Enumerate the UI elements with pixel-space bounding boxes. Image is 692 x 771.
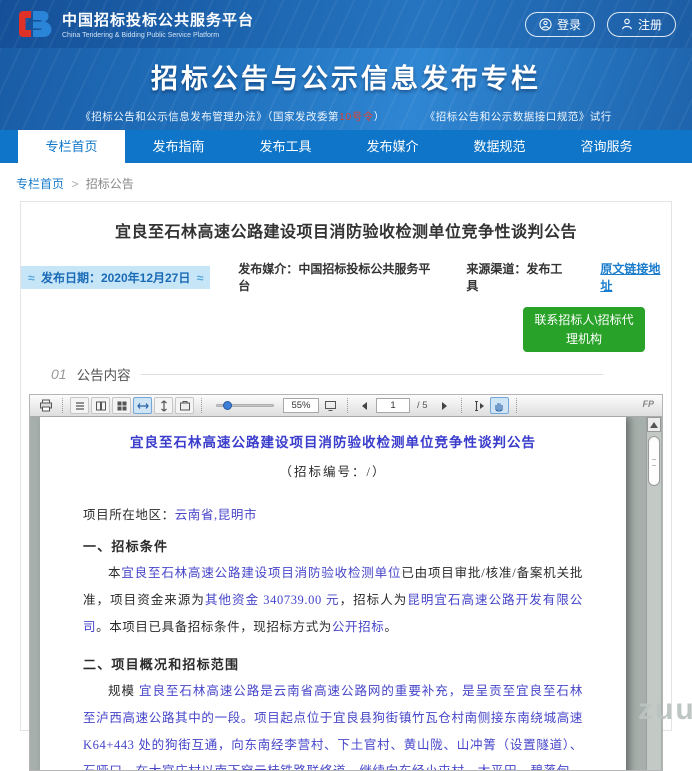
doc-title: 宜良至石林高速公路建设项目消防验收检测单位竞争性谈判公告 bbox=[83, 431, 583, 451]
section-header: 01 公告内容 bbox=[51, 364, 647, 384]
fit-width-icon[interactable] bbox=[133, 397, 152, 414]
pdf-page: 宜良至石林高速公路建设项目消防验收检测单位竞争性谈判公告 （招标编号：/） 项目… bbox=[40, 417, 626, 770]
toolbar-separator bbox=[347, 398, 348, 413]
tab-consult-service[interactable]: 咨询服务 bbox=[553, 130, 660, 163]
viewer-corner-label: FP bbox=[642, 399, 654, 409]
top-header: 中国招标投标公共服务平台 China Tendering & Bidding P… bbox=[0, 0, 692, 48]
print-icon[interactable] bbox=[36, 397, 55, 414]
doc-region-line: 项目所在地区：云南省,昆明市 bbox=[83, 504, 583, 523]
thumbnails-icon[interactable] bbox=[112, 397, 131, 414]
publish-date: 发布日期：2020年12月27日 bbox=[21, 266, 210, 289]
toolbar-separator bbox=[201, 398, 202, 413]
source-channel: 来源渠道：发布工具 bbox=[466, 260, 572, 294]
toolbar-separator bbox=[461, 398, 462, 413]
breadcrumb-current: 招标公告 bbox=[86, 177, 134, 191]
regulation-1-order-no: 10号令 bbox=[339, 111, 374, 123]
tab-column-home[interactable]: 专栏首页 bbox=[18, 130, 125, 163]
toolbar-separator bbox=[62, 398, 63, 413]
tab-data-standard[interactable]: 数据规范 bbox=[446, 130, 553, 163]
zoom-slider-knob[interactable] bbox=[223, 401, 232, 410]
breadcrumb-separator: > bbox=[71, 177, 78, 191]
section-number: 01 bbox=[51, 366, 67, 382]
prev-page-icon[interactable] bbox=[355, 397, 374, 414]
article-meta: 发布日期：2020年12月27日 发布媒介：中国招标投标公共服务平台 来源渠道：… bbox=[21, 260, 671, 294]
page-number-input[interactable]: 1 bbox=[376, 398, 410, 413]
scrollbar-thumb[interactable] bbox=[648, 436, 660, 486]
doc-region-label: 项目所在地区： bbox=[83, 508, 175, 522]
contact-bidder-button[interactable]: 联系招标人\招标代理机构 bbox=[523, 307, 645, 352]
page-title: 宜良至石林高速公路建设项目消防验收检测单位竞争性谈判公告 bbox=[21, 218, 671, 242]
register-button[interactable]: 注册 bbox=[607, 12, 676, 37]
announcement-card: 宜良至石林高速公路建设项目消防验收检测单位竞争性谈判公告 发布日期：2020年1… bbox=[20, 201, 672, 731]
register-label: 注册 bbox=[638, 16, 662, 33]
user-circle-icon bbox=[539, 18, 552, 31]
logo-title: 中国招标投标公共服务平台 bbox=[62, 9, 254, 30]
pdf-viewer: 55% 1 / 5 FP bbox=[29, 394, 663, 771]
zoom-slider[interactable] bbox=[216, 404, 274, 407]
user-icon bbox=[621, 18, 633, 30]
doc-paragraph-2: 规模 宜良至石林高速公路是云南省高速公路网的重要补充，是呈贡至宜良至石林至泸西高… bbox=[83, 678, 583, 770]
publish-date-value: 2020年12月27日 bbox=[101, 271, 190, 285]
original-link[interactable]: 原文链接地址 bbox=[600, 260, 671, 294]
logo-icon bbox=[16, 9, 52, 39]
pdf-toolbar: 55% 1 / 5 FP bbox=[30, 395, 662, 417]
source-channel-label: 来源渠道： bbox=[466, 262, 526, 276]
breadcrumb: 专栏首页 > 招标公告 bbox=[0, 163, 692, 201]
select-text-icon[interactable] bbox=[469, 397, 488, 414]
section-title: 公告内容 bbox=[77, 364, 131, 384]
publish-date-label: 发布日期： bbox=[41, 271, 101, 285]
login-label: 登录 bbox=[557, 16, 581, 33]
platform-logo[interactable]: 中国招标投标公共服务平台 China Tendering & Bidding P… bbox=[16, 9, 254, 39]
pdf-document-area: 宜良至石林高速公路建设项目消防验收检测单位竞争性谈判公告 （招标编号：/） 项目… bbox=[30, 417, 662, 770]
publish-media: 发布媒介：中国招标投标公共服务平台 bbox=[238, 260, 438, 294]
section-divider bbox=[141, 374, 603, 375]
scroll-up-icon[interactable] bbox=[647, 417, 661, 432]
hand-tool-icon[interactable] bbox=[490, 397, 509, 414]
next-page-icon[interactable] bbox=[435, 397, 454, 414]
banner-title: 招标公告与公示信息发布专栏 bbox=[0, 48, 692, 96]
doc-bid-number: （招标编号：/） bbox=[83, 461, 583, 480]
breadcrumb-home[interactable]: 专栏首页 bbox=[16, 177, 64, 191]
main-nav: 专栏首页 发布指南 发布工具 发布媒介 数据规范 咨询服务 bbox=[0, 130, 692, 163]
doc-paragraph-1: 本宜良至石林高速公路建设项目消防验收检测单位已由项目审批/核准/备案机关批准，项… bbox=[83, 560, 583, 641]
snapshot-icon[interactable] bbox=[175, 397, 194, 414]
tab-publish-tool[interactable]: 发布工具 bbox=[232, 130, 339, 163]
regulation-1-text: 《招标公告和公示信息发布管理办法》（国家发改委第 bbox=[80, 111, 339, 123]
doc-heading-1: 一、招标条件 bbox=[83, 536, 583, 555]
facing-pages-icon[interactable] bbox=[91, 397, 110, 414]
page-total-label: / 5 bbox=[417, 400, 428, 411]
logo-subtitle: China Tendering & Bidding Public Service… bbox=[62, 32, 254, 39]
publish-media-label: 发布媒介： bbox=[238, 262, 298, 276]
zoom-level-input[interactable]: 55% bbox=[283, 398, 319, 413]
regulation-1-close: ） bbox=[374, 111, 385, 123]
login-button[interactable]: 登录 bbox=[525, 12, 595, 37]
doc-region-value: 云南省,昆明市 bbox=[175, 508, 257, 522]
pdf-scrollbar[interactable] bbox=[646, 417, 661, 770]
tab-publish-guide[interactable]: 发布指南 bbox=[125, 130, 232, 163]
fit-page-icon[interactable] bbox=[154, 397, 173, 414]
tab-publish-media[interactable]: 发布媒介 bbox=[339, 130, 446, 163]
banner: 招标公告与公示信息发布专栏 《招标公告和公示信息发布管理办法》（国家发改委第10… bbox=[0, 48, 692, 130]
continuous-view-icon[interactable] bbox=[70, 397, 89, 414]
toolbar-separator bbox=[516, 398, 517, 413]
doc-heading-2: 二、项目概况和招标范围 bbox=[83, 654, 583, 673]
actual-size-icon[interactable] bbox=[321, 397, 340, 414]
regulation-link-2[interactable]: 《招标公告和公示数据接口规范》试行 bbox=[425, 109, 612, 124]
regulation-link-1[interactable]: 《招标公告和公示信息发布管理办法》（国家发改委第10号令） bbox=[80, 109, 384, 124]
